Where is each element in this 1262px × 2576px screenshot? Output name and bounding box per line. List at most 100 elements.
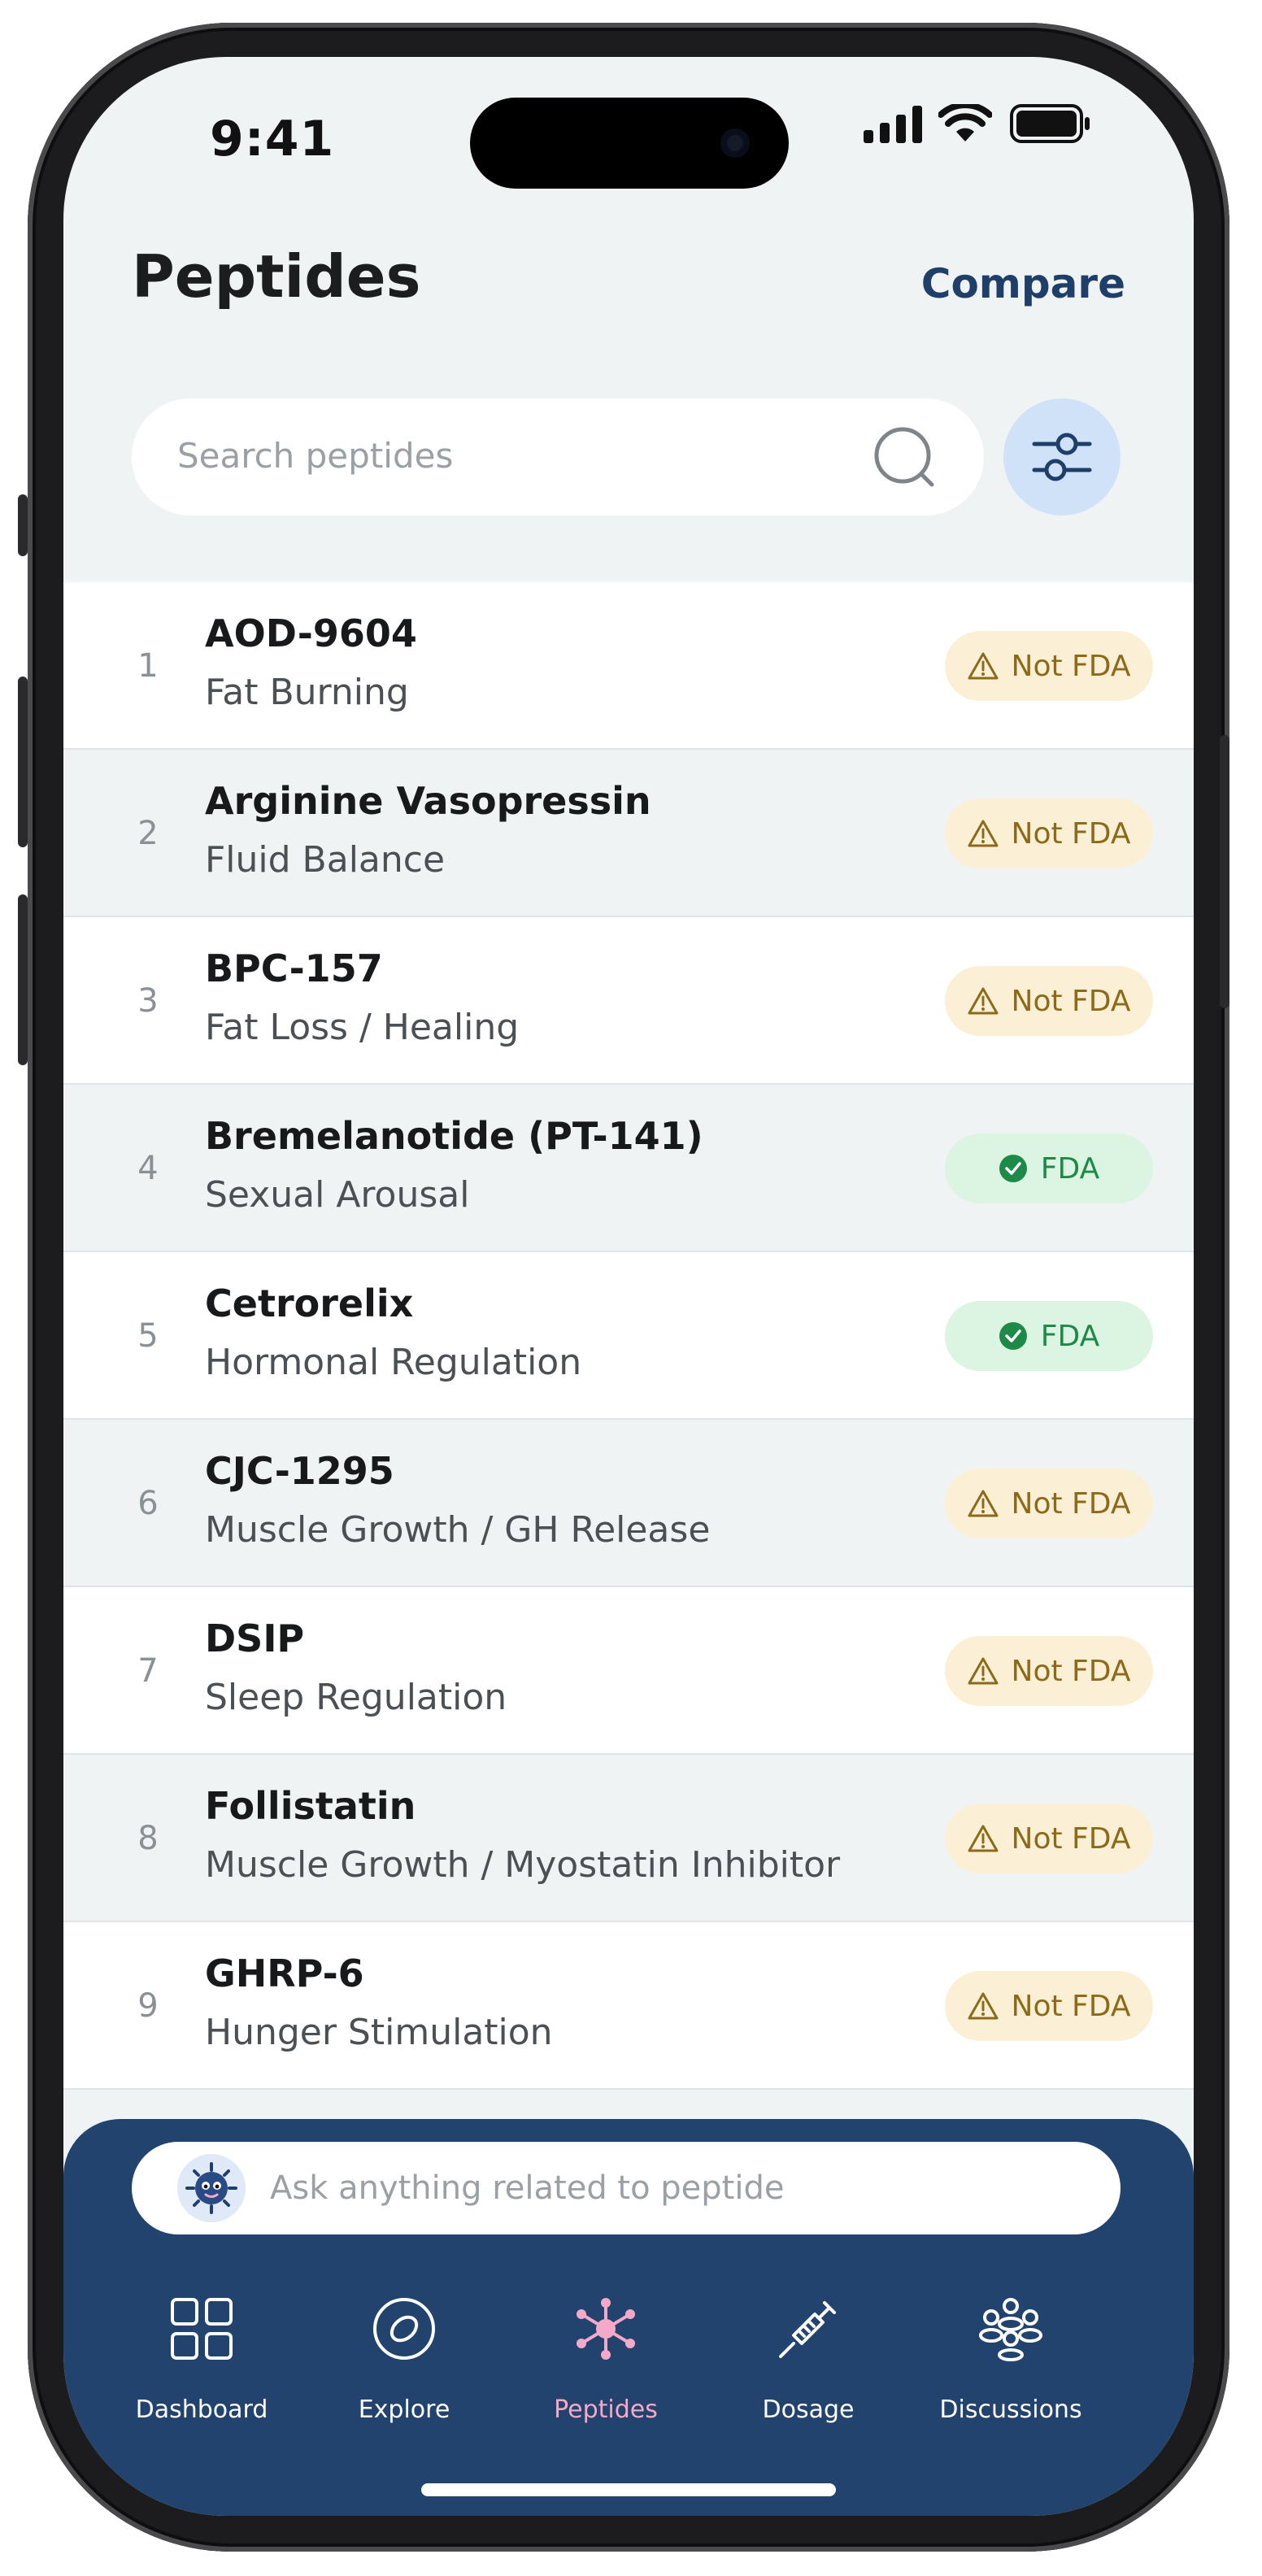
peptide-category: Fat Burning bbox=[205, 672, 409, 713]
peptide-category: Sexual Arousal bbox=[205, 1174, 470, 1216]
virus-mascot-icon bbox=[185, 2162, 237, 2214]
peptide-name: Bremelanotide (PT-141) bbox=[205, 1114, 703, 1158]
peptide-category: Muscle Growth / GH Release bbox=[205, 1509, 711, 1551]
volume-down-button bbox=[18, 894, 28, 1065]
dynamic-island bbox=[470, 98, 789, 189]
status-label: Not FDA bbox=[1011, 649, 1131, 683]
peptide-name: CJC-1295 bbox=[205, 1449, 394, 1493]
status-badge: Not FDA bbox=[945, 966, 1153, 1036]
peptide-row[interactable]: 9 GHRP-6 Hunger Stimulation Not FDA bbox=[63, 1922, 1194, 2090]
filter-button[interactable] bbox=[1003, 398, 1121, 516]
row-index: 3 bbox=[137, 982, 159, 1020]
peptide-name: BPC-157 bbox=[205, 946, 383, 990]
warning-icon bbox=[968, 820, 999, 847]
sliders-icon bbox=[1032, 433, 1092, 481]
screen: 9:41 Peptides Compare Search peptides 1 … bbox=[63, 57, 1194, 2516]
bottom-panel: Ask anything related to peptide Dashboar… bbox=[63, 2119, 1194, 2516]
status-label: Not FDA bbox=[1011, 1989, 1131, 2023]
action-button bbox=[18, 494, 28, 556]
peptide-category: Fluid Balance bbox=[205, 839, 446, 881]
peptide-category: Hunger Stimulation bbox=[205, 2012, 553, 2053]
status-label: FDA bbox=[1040, 1319, 1100, 1353]
status-badge: Not FDA bbox=[945, 798, 1153, 868]
explore-icon bbox=[373, 2298, 435, 2360]
status-badge: Not FDA bbox=[945, 1971, 1153, 2041]
status-label: Not FDA bbox=[1011, 816, 1131, 851]
row-index: 9 bbox=[137, 1987, 159, 2025]
search-input[interactable]: Search peptides bbox=[132, 398, 984, 516]
row-index: 6 bbox=[137, 1485, 159, 1522]
tab-dosage[interactable]: Dosage bbox=[711, 2296, 906, 2426]
row-index: 8 bbox=[137, 1820, 159, 1857]
status-badge: Not FDA bbox=[945, 1469, 1153, 1538]
check-circle-icon bbox=[999, 1155, 1027, 1182]
peptide-row[interactable]: 7 DSIP Sleep Regulation Not FDA bbox=[63, 1587, 1194, 1755]
page-title: Peptides bbox=[132, 242, 421, 311]
peptide-row[interactable]: 3 BPC-157 Fat Loss / Healing Not FDA bbox=[63, 917, 1194, 1085]
row-index: 1 bbox=[137, 647, 159, 685]
people-icon bbox=[979, 2298, 1042, 2361]
status-badge: Not FDA bbox=[945, 1636, 1153, 1706]
warning-icon bbox=[968, 1992, 999, 2020]
status-badge: FDA bbox=[945, 1134, 1153, 1203]
syringe-icon bbox=[779, 2301, 836, 2358]
battery-icon bbox=[1010, 104, 1090, 143]
tab-explore[interactable]: Explore bbox=[307, 2296, 502, 2426]
tab-label: Dashboard bbox=[135, 2395, 268, 2424]
tab-dashboard[interactable]: Dashboard bbox=[104, 2296, 299, 2426]
peptide-row[interactable]: 1 AOD-9604 Fat Burning Not FDA bbox=[63, 582, 1194, 750]
status-time: 9:41 bbox=[210, 111, 335, 168]
status-label: FDA bbox=[1040, 1151, 1100, 1186]
peptide-name: Follistatin bbox=[205, 1784, 416, 1828]
search-placeholder: Search peptides bbox=[177, 436, 454, 476]
compare-button[interactable]: Compare bbox=[921, 260, 1125, 307]
molecule-icon bbox=[577, 2298, 635, 2360]
row-index: 2 bbox=[137, 815, 159, 852]
check-circle-icon bbox=[999, 1322, 1027, 1350]
peptide-name: AOD-9604 bbox=[205, 611, 417, 655]
status-badge: FDA bbox=[945, 1301, 1153, 1371]
row-index: 5 bbox=[137, 1317, 159, 1355]
tab-peptides[interactable]: Peptides bbox=[508, 2296, 703, 2426]
tab-label: Explore bbox=[358, 2395, 450, 2424]
tab-label: Dosage bbox=[762, 2395, 855, 2424]
dashboard-icon bbox=[171, 2298, 233, 2360]
peptide-category: Muscle Growth / Myostatin Inhibitor bbox=[205, 1844, 841, 1886]
warning-icon bbox=[968, 1490, 999, 1517]
peptide-row[interactable]: 4 Bremelanotide (PT-141) Sexual Arousal … bbox=[63, 1085, 1194, 1252]
peptide-name: DSIP bbox=[205, 1617, 305, 1660]
tab-discussions[interactable]: Discussions bbox=[913, 2296, 1108, 2426]
warning-icon bbox=[968, 1657, 999, 1685]
status-badge: Not FDA bbox=[945, 631, 1153, 701]
status-label: Not FDA bbox=[1011, 1654, 1131, 1688]
peptide-category: Hormonal Regulation bbox=[205, 1342, 582, 1383]
peptide-list: 1 AOD-9604 Fat Burning Not FDA 2 Arginin… bbox=[63, 582, 1194, 2090]
peptide-category: Sleep Regulation bbox=[205, 1677, 507, 1718]
assistant-avatar bbox=[177, 2154, 246, 2222]
row-index: 7 bbox=[137, 1652, 159, 1690]
ask-placeholder: Ask anything related to peptide bbox=[270, 2169, 785, 2207]
peptide-name: Cetrorelix bbox=[205, 1281, 414, 1325]
search-icon[interactable] bbox=[873, 426, 938, 491]
peptide-row[interactable]: 2 Arginine Vasopressin Fluid Balance Not… bbox=[63, 750, 1194, 917]
home-indicator[interactable] bbox=[421, 2483, 836, 2496]
peptide-row[interactable]: 6 CJC-1295 Muscle Growth / GH Release No… bbox=[63, 1420, 1194, 1587]
tab-label: Peptides bbox=[554, 2395, 658, 2424]
ask-input[interactable]: Ask anything related to peptide bbox=[132, 2142, 1121, 2234]
cellular-signal-icon bbox=[864, 106, 922, 143]
warning-icon bbox=[968, 652, 999, 680]
row-index: 4 bbox=[137, 1150, 159, 1187]
status-badge: Not FDA bbox=[945, 1804, 1153, 1873]
wifi-icon bbox=[938, 104, 992, 141]
warning-icon bbox=[968, 987, 999, 1015]
status-label: Not FDA bbox=[1011, 1821, 1131, 1856]
power-button bbox=[1220, 735, 1229, 1008]
tab-label: Discussions bbox=[939, 2395, 1082, 2424]
warning-icon bbox=[968, 1825, 999, 1852]
peptide-name: Arginine Vasopressin bbox=[205, 779, 651, 823]
peptide-row[interactable]: 5 Cetrorelix Hormonal Regulation FDA bbox=[63, 1252, 1194, 1420]
status-label: Not FDA bbox=[1011, 984, 1131, 1018]
peptide-row[interactable]: 8 Follistatin Muscle Growth / Myostatin … bbox=[63, 1755, 1194, 1922]
volume-up-button bbox=[18, 677, 28, 847]
peptide-category: Fat Loss / Healing bbox=[205, 1007, 520, 1048]
